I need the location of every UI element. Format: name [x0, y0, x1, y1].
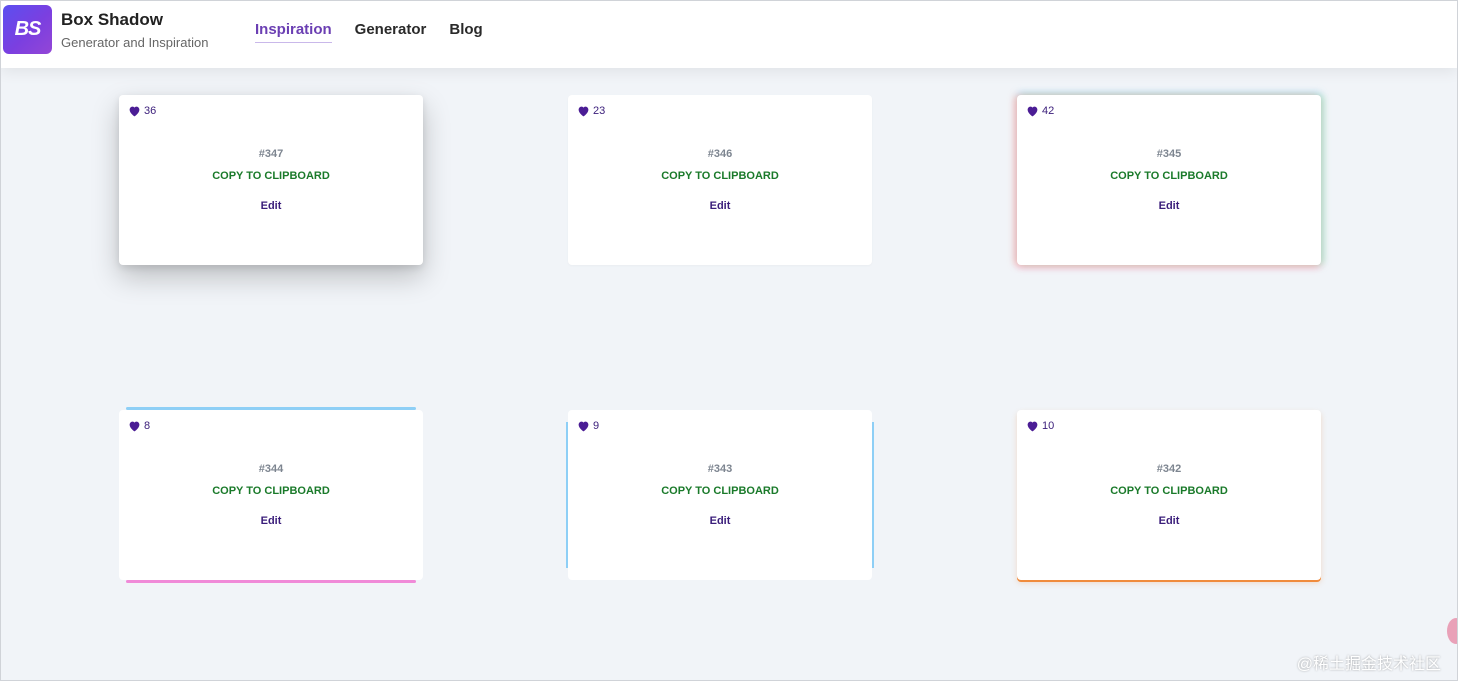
card-id: #343 [707, 463, 733, 475]
shadow-accent-right [872, 422, 874, 568]
like-count: 9 [593, 420, 600, 432]
shadow-card[interactable]: 10 #342 COPY TO CLIPBOARD Edit [1017, 410, 1321, 580]
brand-subtitle: Generator and Inspiration [61, 35, 209, 50]
site-header: BS Box Shadow Generator and Inspiration … [1, 1, 1457, 68]
nav-inspiration[interactable]: Inspiration [255, 21, 332, 43]
like-count: 42 [1042, 105, 1055, 117]
shadow-accent-bottom [126, 580, 416, 583]
heart-icon [129, 106, 140, 117]
heart-icon [1027, 421, 1038, 432]
edit-link[interactable]: Edit [119, 200, 423, 212]
card-id: #344 [258, 463, 284, 475]
brand-title[interactable]: Box Shadow [61, 10, 163, 30]
shadow-card[interactable]: 36 #347 COPY TO CLIPBOARD Edit [119, 95, 423, 265]
card-id: #346 [707, 148, 733, 160]
like-count: 36 [144, 105, 157, 117]
like-button[interactable]: 9 [577, 420, 599, 432]
copy-to-clipboard-button[interactable]: COPY TO CLIPBOARD [568, 485, 872, 497]
heart-icon [1027, 106, 1038, 117]
like-button[interactable]: 36 [128, 105, 156, 117]
card-id: #347 [258, 148, 284, 160]
copy-to-clipboard-button[interactable]: COPY TO CLIPBOARD [119, 485, 423, 497]
edit-link[interactable]: Edit [1017, 200, 1321, 212]
nav-blog[interactable]: Blog [449, 21, 482, 43]
card-id: #342 [1156, 463, 1182, 475]
heart-icon [129, 421, 140, 432]
logo-badge[interactable]: BS [3, 5, 52, 54]
card-id: #345 [1156, 148, 1182, 160]
like-count: 10 [1042, 420, 1055, 432]
shadow-card[interactable]: 9 #343 COPY TO CLIPBOARD Edit [566, 410, 874, 580]
nav-generator[interactable]: Generator [355, 21, 427, 43]
edit-link[interactable]: Edit [568, 200, 872, 212]
heart-icon [578, 421, 589, 432]
logo-text: BS [14, 18, 42, 40]
like-button[interactable]: 8 [128, 420, 150, 432]
edit-link[interactable]: Edit [1017, 515, 1321, 527]
shadow-card[interactable]: 42 #345 COPY TO CLIPBOARD Edit [1017, 95, 1321, 265]
copy-to-clipboard-button[interactable]: COPY TO CLIPBOARD [1017, 485, 1321, 497]
watermark: @稀土掘金技术社区 [1296, 656, 1441, 673]
like-count: 8 [144, 420, 151, 432]
copy-to-clipboard-button[interactable]: COPY TO CLIPBOARD [568, 170, 872, 182]
like-button[interactable]: 10 [1026, 420, 1054, 432]
edit-link[interactable]: Edit [119, 515, 423, 527]
like-count: 23 [593, 105, 606, 117]
floating-action-button[interactable] [1447, 618, 1457, 644]
like-button[interactable]: 42 [1026, 105, 1054, 117]
edit-link[interactable]: Edit [568, 515, 872, 527]
heart-icon [578, 106, 589, 117]
shadow-card[interactable]: 23 #346 COPY TO CLIPBOARD Edit [568, 95, 872, 265]
app-window: BS Box Shadow Generator and Inspiration … [0, 0, 1458, 681]
main-nav: Inspiration Generator Blog [255, 21, 483, 43]
shadow-accent-top [126, 407, 416, 410]
like-button[interactable]: 23 [577, 105, 605, 117]
copy-to-clipboard-button[interactable]: COPY TO CLIPBOARD [119, 170, 423, 182]
copy-to-clipboard-button[interactable]: COPY TO CLIPBOARD [1017, 170, 1321, 182]
shadow-card[interactable]: 8 #344 COPY TO CLIPBOARD Edit [119, 407, 423, 583]
